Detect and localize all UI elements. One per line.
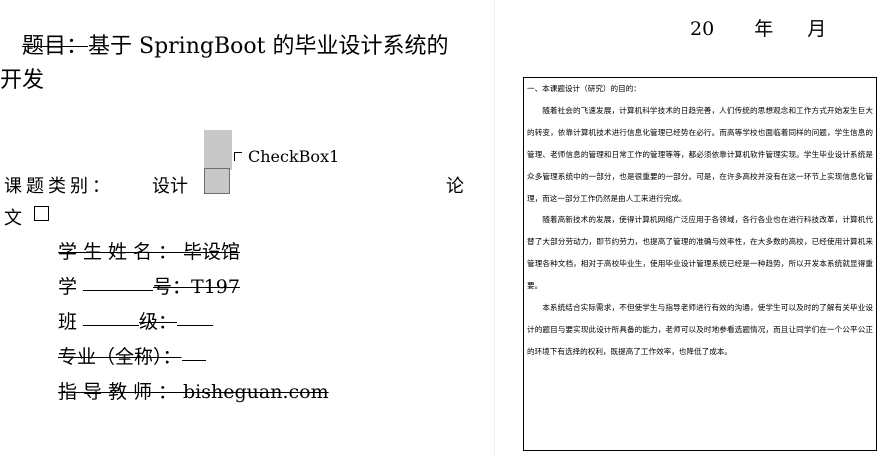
title-main: 基于 SpringBoot 的毕业设计系统的 [88, 34, 449, 59]
checkbox-control-frame[interactable] [204, 130, 232, 170]
project-title: 题目：基于 SpringBoot 的毕业设计系统的 [22, 28, 448, 60]
date-month-char: 月 [807, 18, 827, 40]
date-line: 20 年 月 [690, 14, 826, 41]
purpose-text-box: 一、本课题设计（研究）的目的： 随着社会的飞速发展，计算机科学技术的日趋完善，人… [523, 77, 877, 451]
category-thesis-label-2: 文 [4, 208, 22, 229]
date-year-char: 年 [754, 18, 774, 40]
major-label: 专业（全称）： [58, 346, 182, 368]
student-name-field: 学生姓名：毕设馆 [58, 237, 240, 264]
advisor-value: bisheguan.com [183, 381, 329, 403]
paragraph-3: 本系统结合实际需求，不但使学生与指导老师进行有效的沟通，使学生可以及时的了解有关… [527, 303, 873, 356]
category-design-label: 设计 [152, 176, 188, 197]
major-value-line [181, 359, 206, 361]
checkbox-label: CheckBox1 [248, 147, 340, 166]
page-divider [494, 0, 495, 456]
major-field: 专业（全称）： [58, 342, 206, 369]
checkbox-anchor-mark [234, 152, 242, 161]
section-heading: 一、本课题设计（研究）的目的： [527, 84, 641, 93]
class-value-line [177, 324, 214, 326]
project-title-continuation: 开发 [0, 68, 45, 93]
paragraph-1: 随着社会的飞速发展，计算机科学技术的日趋完善，人们传统的思想观念和工作方式开始发… [527, 105, 873, 203]
number-gap-line [83, 289, 154, 291]
student-number-value: T197 [191, 276, 240, 298]
class-field: 班 级： [58, 307, 214, 334]
date-year-number: 20 [690, 18, 715, 40]
student-number-label-2: 号： [153, 276, 192, 298]
advisor-label: 指导教师： [58, 381, 184, 403]
category-thesis-label-1: 论 [446, 176, 464, 197]
class-label-2: 级： [139, 311, 178, 333]
advisor-field: 指导教师：bisheguan.com [58, 377, 329, 404]
design-checkbox[interactable] [204, 168, 230, 194]
title-prefix: 题目： [22, 34, 89, 59]
student-number-field: 学 号：T197 [58, 272, 240, 299]
student-number-label-1: 学 [58, 276, 78, 298]
category-label: 课题类别： [4, 176, 114, 197]
class-label-1: 班 [58, 311, 78, 333]
student-name-value: 毕设馆 [183, 241, 241, 263]
class-gap-line [83, 324, 140, 326]
paragraph-2: 随着高新技术的发展，使得计算机网络广泛应用于各领域，各行各业也在进行科技改革，计… [527, 215, 873, 291]
thesis-checkbox[interactable] [34, 206, 49, 221]
student-name-label: 学生姓名： [58, 241, 184, 263]
